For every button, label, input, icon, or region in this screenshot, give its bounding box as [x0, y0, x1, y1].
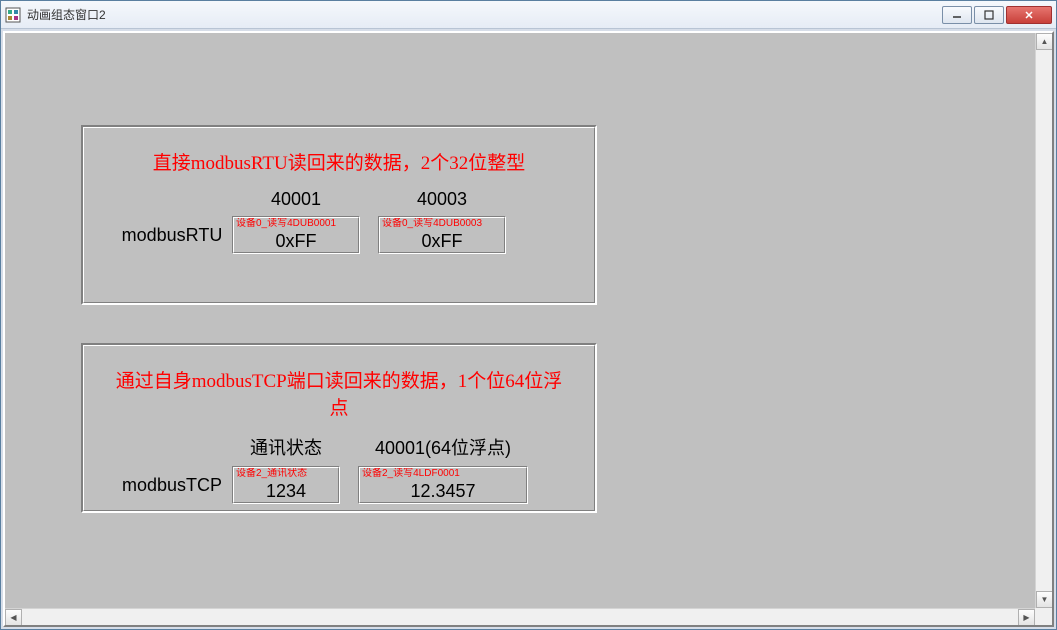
field-value: 12.3457	[360, 479, 526, 502]
scroll-left-arrow-icon[interactable]: ◀	[5, 609, 22, 626]
titlebar[interactable]: 动画组态窗口2	[1, 1, 1056, 29]
column-headers: 40001 40003	[232, 189, 566, 210]
window-controls	[942, 6, 1052, 24]
field-tag: 设备2_通讯状态	[234, 468, 338, 479]
minimize-button[interactable]	[942, 6, 972, 24]
field-value: 1234	[234, 479, 338, 502]
field-tag: 设备0_读写4DUB0003	[380, 218, 504, 229]
field-value: 0xFF	[234, 229, 358, 252]
row-label: modbusRTU	[112, 225, 232, 246]
client-area: 直接modbusRTU读回来的数据，2个32位整型 40001 40003 mo…	[3, 31, 1054, 627]
column-headers: 通讯状态 40001(64位浮点)	[232, 434, 566, 460]
maximize-button[interactable]	[974, 6, 1004, 24]
scroll-up-arrow-icon[interactable]: ▲	[1036, 33, 1053, 50]
header-40001-float: 40001(64位浮点)	[358, 434, 528, 460]
scroll-corner	[1035, 608, 1052, 625]
field-tag: 设备2_读写4LDF0001	[360, 468, 526, 479]
app-icon	[5, 7, 21, 23]
field-tcp-40001[interactable]: 设备2_读写4LDF0001 12.3457	[358, 466, 528, 504]
header-40001: 40001	[232, 189, 360, 210]
scroll-right-arrow-icon[interactable]: ▶	[1018, 609, 1035, 626]
data-row: modbusTCP 设备2_通讯状态 1234 设备2_读写4LDF0001 1…	[112, 466, 566, 504]
panel-title: 通过自身modbusTCP端口读回来的数据，1个位64位浮点	[112, 366, 566, 420]
panel-modbus-rtu: 直接modbusRTU读回来的数据，2个32位整型 40001 40003 mo…	[81, 125, 597, 305]
canvas: 直接modbusRTU读回来的数据，2个32位整型 40001 40003 mo…	[5, 33, 1035, 608]
horizontal-scrollbar[interactable]: ◀ ▶	[5, 608, 1035, 625]
panel-title: 直接modbusRTU读回来的数据，2个32位整型	[112, 148, 566, 175]
window-title: 动画组态窗口2	[27, 6, 942, 23]
close-button[interactable]	[1006, 6, 1052, 24]
header-40003: 40003	[378, 189, 506, 210]
app-window: 动画组态窗口2 直接modbusRTU读回来的数据，2个32位整型 40001 …	[0, 0, 1057, 630]
field-tcp-comm-status[interactable]: 设备2_通讯状态 1234	[232, 466, 340, 504]
vertical-scrollbar[interactable]: ▲ ▼	[1035, 33, 1052, 608]
field-tag: 设备0_读写4DUB0001	[234, 218, 358, 229]
field-value: 0xFF	[380, 229, 504, 252]
field-rtu-40001[interactable]: 设备0_读写4DUB0001 0xFF	[232, 216, 360, 254]
data-row: modbusRTU 设备0_读写4DUB0001 0xFF 设备0_读写4DUB…	[112, 216, 566, 254]
field-rtu-40003[interactable]: 设备0_读写4DUB0003 0xFF	[378, 216, 506, 254]
scroll-down-arrow-icon[interactable]: ▼	[1036, 591, 1053, 608]
header-comm-status: 通讯状态	[232, 434, 340, 460]
panel-modbus-tcp: 通过自身modbusTCP端口读回来的数据，1个位64位浮点 通讯状态 4000…	[81, 343, 597, 513]
row-label: modbusTCP	[112, 475, 232, 496]
